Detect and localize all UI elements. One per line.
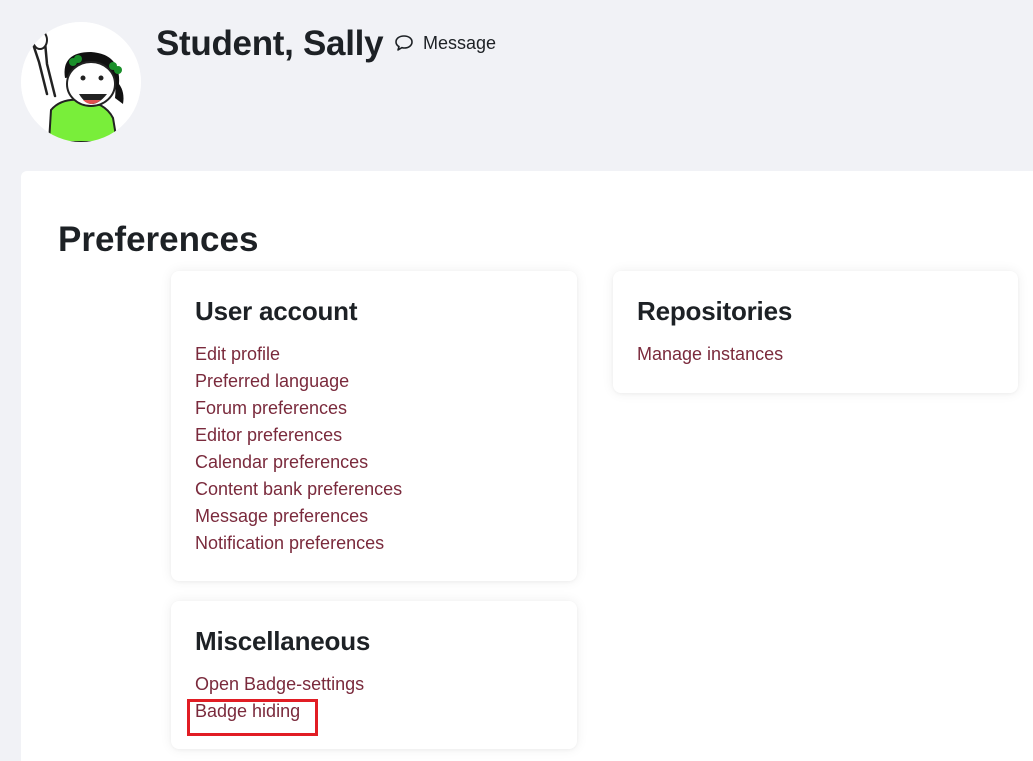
miscellaneous-heading: Miscellaneous <box>195 626 371 656</box>
repositories-links: Manage instances <box>637 341 994 368</box>
list-item: Notification preferences <box>195 530 553 557</box>
manage-instances-link[interactable]: Manage instances <box>637 344 783 364</box>
list-item: Manage instances <box>637 341 994 368</box>
user-name: Student, Sally <box>156 24 384 63</box>
list-item: Open Badge-settings <box>195 671 553 698</box>
list-item: Badge hiding <box>195 698 553 725</box>
user-account-heading: User account <box>195 296 358 326</box>
forum-preferences-link[interactable]: Forum preferences <box>195 398 347 418</box>
message-label: Message <box>423 33 497 53</box>
avatar[interactable] <box>21 22 141 142</box>
edit-profile-link[interactable]: Edit profile <box>195 344 280 364</box>
open-badge-settings-link[interactable]: Open Badge-settings <box>195 674 364 694</box>
list-item: Forum preferences <box>195 395 553 422</box>
user-account-links: Edit profile Preferred language Forum pr… <box>195 341 553 557</box>
miscellaneous-card: Miscellaneous Open Badge-settings Badge … <box>171 601 577 749</box>
page-title: Preferences <box>58 220 259 259</box>
list-item: Editor preferences <box>195 422 553 449</box>
list-item: Preferred language <box>195 368 553 395</box>
message-button[interactable]: Message <box>394 32 496 54</box>
main-content: Preferences User account Edit profile Pr… <box>21 171 1033 761</box>
preferred-language-link[interactable]: Preferred language <box>195 371 349 391</box>
content-bank-preferences-link[interactable]: Content bank preferences <box>195 479 402 499</box>
repositories-heading: Repositories <box>637 296 793 326</box>
calendar-preferences-link[interactable]: Calendar preferences <box>195 452 368 472</box>
repositories-card: Repositories Manage instances <box>613 271 1018 393</box>
list-item: Edit profile <box>195 341 553 368</box>
user-account-card: User account Edit profile Preferred lang… <box>171 271 577 581</box>
miscellaneous-links: Open Badge-settings Badge hiding <box>195 671 553 725</box>
notification-preferences-link[interactable]: Notification preferences <box>195 533 384 553</box>
speech-bubble-icon <box>394 34 414 52</box>
editor-preferences-link[interactable]: Editor preferences <box>195 425 342 445</box>
list-item: Message preferences <box>195 503 553 530</box>
list-item: Calendar preferences <box>195 449 553 476</box>
list-item: Content bank preferences <box>195 476 553 503</box>
message-preferences-link[interactable]: Message preferences <box>195 506 368 526</box>
profile-page: Student, Sally Message Preferences User … <box>0 0 1033 761</box>
badge-hiding-link[interactable]: Badge hiding <box>195 701 300 721</box>
avatar-illustration-icon <box>21 22 141 142</box>
